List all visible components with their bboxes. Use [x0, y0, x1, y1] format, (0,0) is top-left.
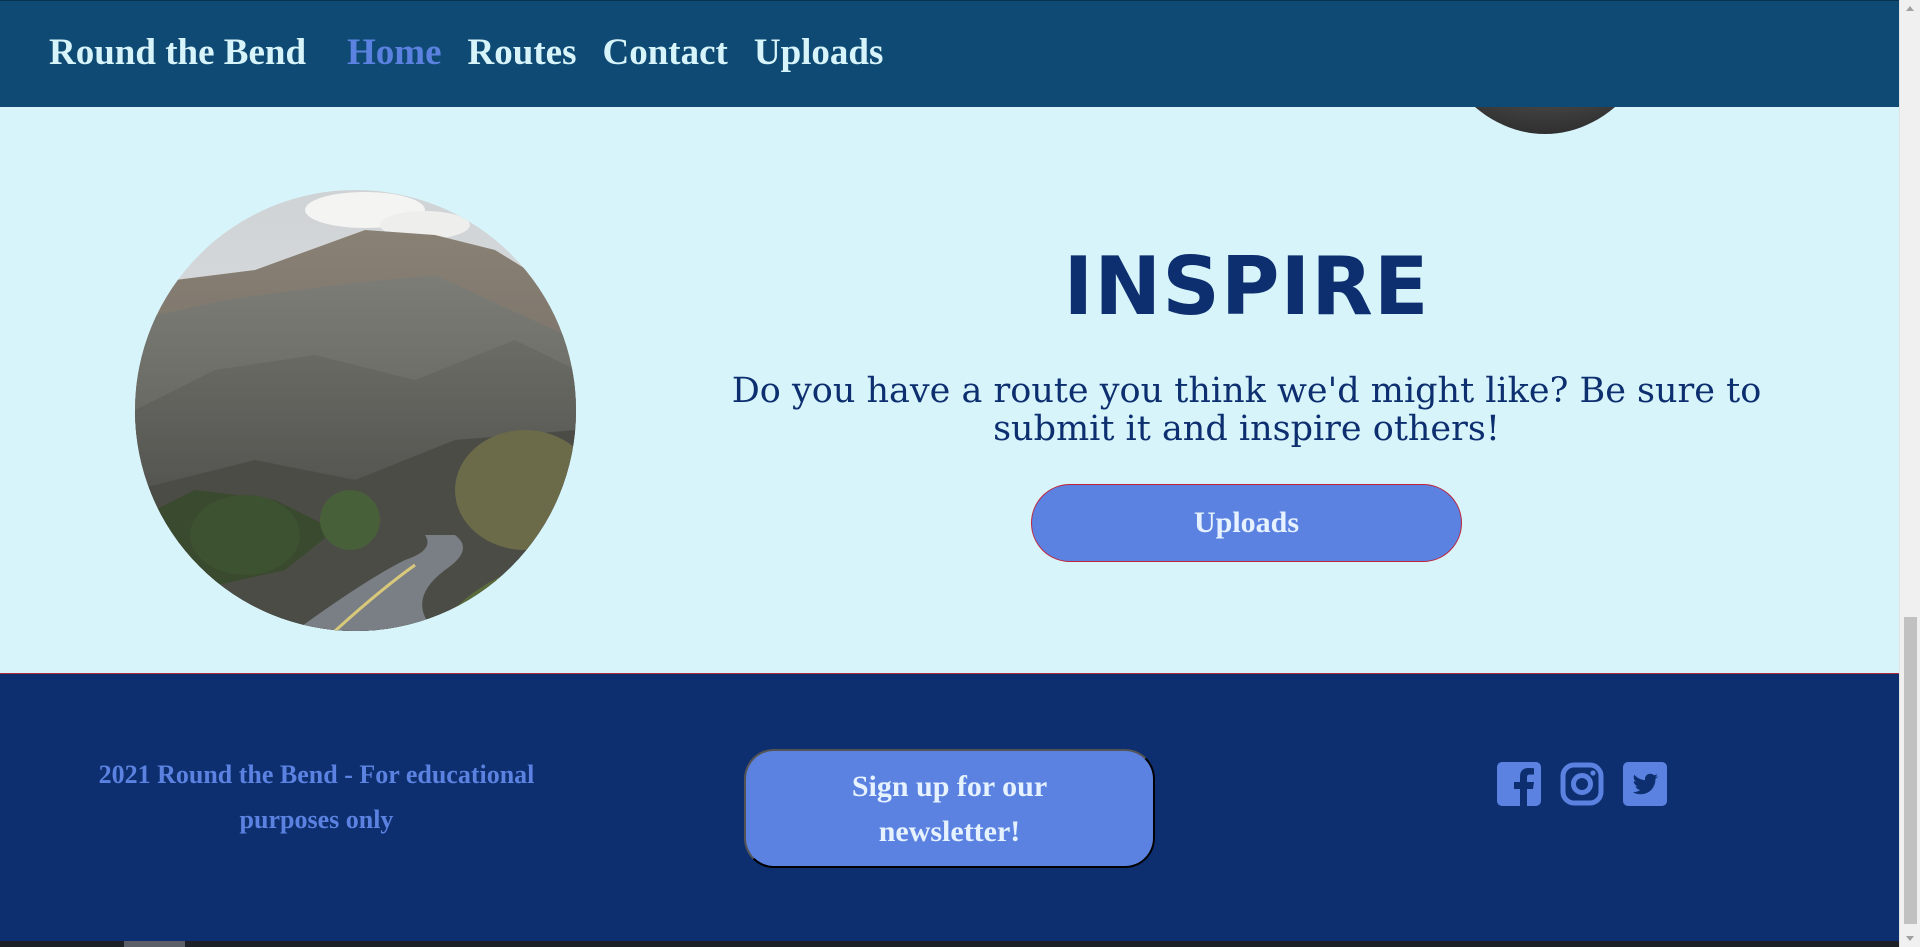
- copyright-text: 2021 Round the Bend - For educational pu…: [98, 760, 535, 834]
- vertical-scrollbar[interactable]: [1899, 0, 1920, 947]
- scroll-up-icon[interactable]: [1906, 6, 1914, 11]
- facebook-icon[interactable]: [1497, 762, 1541, 806]
- site-footer: 2021 Round the Bend - For educational pu…: [0, 673, 1899, 941]
- brand-logo-link[interactable]: Round the Bend: [49, 31, 306, 74]
- main-nav: Home Routes Contact Uploads: [347, 31, 883, 74]
- nav-link-home[interactable]: Home: [347, 31, 442, 74]
- horizontal-scrollbar[interactable]: [0, 941, 1899, 947]
- twitter-icon[interactable]: [1623, 762, 1667, 806]
- horizontal-scroll-thumb[interactable]: [124, 941, 185, 947]
- inspire-section: INSPIRE Do you have a route you think we…: [0, 107, 1899, 673]
- inspire-heading: INSPIRE: [1063, 240, 1430, 333]
- vertical-scroll-thumb[interactable]: [1904, 617, 1917, 924]
- nav-link-contact[interactable]: Contact: [602, 31, 727, 74]
- social-links: [1497, 762, 1667, 806]
- nav-link-uploads[interactable]: Uploads: [754, 31, 884, 74]
- top-navbar: Round the Bend Home Routes Contact Uploa…: [0, 0, 1899, 107]
- uploads-button[interactable]: Uploads: [1031, 484, 1462, 562]
- nav-link-routes[interactable]: Routes: [468, 31, 577, 74]
- inspire-description: Do you have a route you think we'd might…: [731, 371, 1762, 449]
- scroll-down-icon[interactable]: [1906, 936, 1914, 941]
- newsletter-signup-button[interactable]: Sign up for our newsletter!: [744, 749, 1155, 868]
- instagram-icon[interactable]: [1560, 762, 1604, 806]
- mountain-road-photo: [135, 190, 576, 631]
